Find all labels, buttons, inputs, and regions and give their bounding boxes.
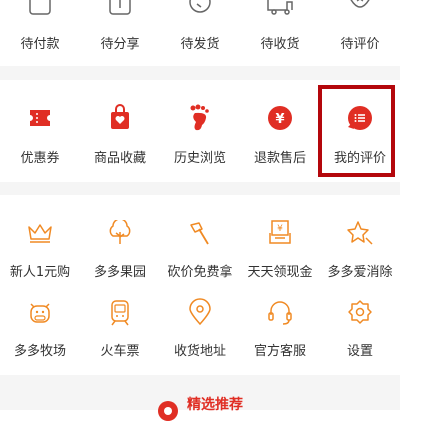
tool-ranch[interactable]: 多多牧场 [0,285,80,375]
order-label: 待付款 [20,37,60,52]
service-label: 我的评价 [333,151,386,166]
service-favorites[interactable]: 商品收藏 [80,80,160,182]
service-label: 商品收藏 [93,151,146,166]
svg-text:¥: ¥ [275,112,284,127]
service-label: 优惠券 [20,151,60,166]
tool-label: 火车票 [100,344,140,359]
headset-icon [268,301,292,325]
service-label: 历史浏览 [173,151,226,166]
tool-label: 新人1元购 [9,265,71,280]
order-pending-payment[interactable]: 待付款 [0,0,80,66]
train-icon [111,300,129,326]
tool-label: 砍价免费拿 [167,265,233,280]
order-pending-review[interactable]: 待评价 [320,0,400,66]
tool-daily-cash[interactable]: ¥ 天天领现金 [240,195,320,285]
tool-orchard[interactable]: 多多果园 [80,195,160,285]
tool-label: 多多爱消除 [327,265,393,280]
tool-label: 天天领现金 [247,265,313,280]
tool-label: 多多果园 [93,265,146,280]
review-icon [350,0,370,8]
service-refund[interactable]: ¥ 退款售后 [240,80,320,182]
my-review-icon [348,106,372,130]
order-label: 待分享 [100,37,140,52]
tree-icon [109,220,131,244]
clock-icon [189,0,211,13]
footprint-icon [190,104,209,131]
order-label: 待收货 [260,37,300,52]
share-icon [109,0,131,15]
tool-label: 设置 [346,344,373,359]
order-label: 待评价 [340,37,380,52]
coupon-icon [30,110,50,126]
tool-settings[interactable]: 设置 [320,285,400,375]
recommend-icon [158,401,178,421]
tool-train-tickets[interactable]: 火车票 [80,285,160,375]
order-pending-receipt[interactable]: 待收货 [240,0,320,66]
cash-icon: ¥ [269,220,291,244]
cow-icon [30,303,50,323]
order-label: 待发货 [180,37,220,52]
tool-bargain[interactable]: 砍价免费拿 [160,195,240,285]
wallet-icon [29,0,51,15]
favorite-bag-icon [111,104,129,129]
recommend-header: 精选推荐 [0,397,400,421]
refund-icon: ¥ [268,106,292,130]
tool-address[interactable]: 收货地址 [160,285,240,375]
services-card: 优惠券 商品收藏 历史浏览 ¥ 退款售后 我的评价 [0,80,400,182]
service-label: 退款售后 [253,151,306,166]
recommend-title: 精选推荐 [187,397,243,413]
tools-card: 新人1元购 多多果园 砍价免费拿 ¥ 天天领现金 多多爱消除 多多牧场 火车票 … [0,195,400,375]
location-icon [189,298,211,326]
profile-page: 待付款 待分享 待发货 待收货 待评价 优惠券 商品收藏 历史浏览 ¥ 退款售后… [0,0,400,421]
gear-icon [348,300,372,324]
star-icon [347,221,373,245]
tool-match-game[interactable]: 多多爱消除 [320,195,400,285]
svg-text:¥: ¥ [277,224,283,234]
service-coupon[interactable]: 优惠券 [0,80,80,182]
axe-icon [190,222,209,245]
crown-icon [28,224,52,243]
orders-card: 待付款 待分享 待发货 待收货 待评价 [0,0,400,66]
order-pending-shipment[interactable]: 待发货 [160,0,240,66]
tool-customer-service[interactable]: 官方客服 [240,285,320,375]
order-pending-share[interactable]: 待分享 [80,0,160,66]
tool-label: 多多牧场 [13,344,66,359]
tool-label: 官方客服 [253,344,306,359]
service-my-reviews[interactable]: 我的评价 [320,80,400,182]
tool-newbie-deal[interactable]: 新人1元购 [0,195,80,285]
truck-icon [267,0,293,15]
tool-label: 收货地址 [173,344,226,359]
service-history[interactable]: 历史浏览 [160,80,240,182]
